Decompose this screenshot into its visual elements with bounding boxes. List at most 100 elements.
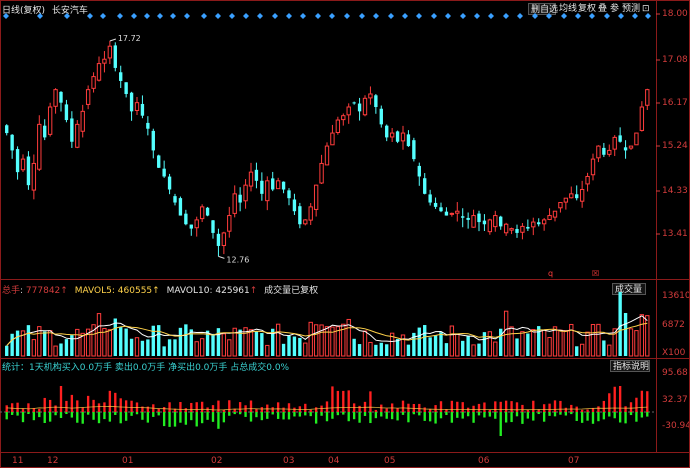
event-diamond-icon xyxy=(286,13,292,19)
volume-bar xyxy=(477,343,481,356)
stock-chart[interactable]: 17.72 12.76 q ☒ xyxy=(0,0,690,468)
q-marker: q xyxy=(548,269,553,278)
event-diamond-icon xyxy=(402,13,408,19)
candle xyxy=(265,176,270,211)
candle xyxy=(552,210,558,222)
candle-body xyxy=(319,162,324,184)
candle-body xyxy=(298,206,302,225)
volume-bar xyxy=(275,323,281,357)
volume-bar xyxy=(199,338,205,357)
candle-body xyxy=(335,119,341,134)
candle-body xyxy=(590,158,596,176)
k-marker-icon: ☒ xyxy=(592,269,599,278)
candle xyxy=(379,105,383,128)
volume-bar xyxy=(151,325,155,356)
candle-body xyxy=(389,132,395,138)
candle-body xyxy=(271,178,275,190)
candle xyxy=(260,172,264,201)
candle xyxy=(612,135,617,157)
candle xyxy=(303,219,308,226)
candle xyxy=(471,209,476,228)
volume-bar xyxy=(400,334,406,357)
event-diamond-icon xyxy=(575,13,581,19)
candle xyxy=(205,206,210,217)
candle xyxy=(324,142,330,166)
event-diamond-icon xyxy=(416,13,422,19)
candle xyxy=(85,85,91,110)
volume-bar xyxy=(395,339,400,356)
candle-body xyxy=(346,106,351,116)
candle-body xyxy=(178,198,183,216)
candle xyxy=(238,187,242,212)
candle-body xyxy=(70,118,74,142)
candle xyxy=(184,209,188,226)
candle xyxy=(146,116,150,136)
volume-bar xyxy=(602,340,606,356)
candle xyxy=(15,146,20,180)
volume-bar xyxy=(374,344,378,356)
candle-body xyxy=(194,219,199,229)
event-diamond-icon xyxy=(3,13,9,19)
candle-body xyxy=(461,216,465,218)
candle xyxy=(199,204,205,223)
candle-body xyxy=(444,211,449,216)
candle-body xyxy=(477,213,481,223)
candle xyxy=(20,154,26,172)
volume-bar xyxy=(569,323,574,357)
candle xyxy=(645,88,650,110)
candle-body xyxy=(379,108,383,125)
volume-bar xyxy=(541,329,547,357)
volume-bar xyxy=(26,325,31,356)
candle-body xyxy=(173,196,177,203)
candle-body xyxy=(162,168,166,177)
candle-body xyxy=(199,206,205,220)
candle-body xyxy=(341,115,346,121)
candle-body xyxy=(503,223,509,234)
volume-bar xyxy=(129,338,134,356)
volume-bar xyxy=(167,339,172,356)
candle-body xyxy=(487,219,493,233)
candle-body xyxy=(541,219,547,225)
candle xyxy=(547,208,552,221)
candle-body xyxy=(526,226,530,229)
volume-bar xyxy=(368,341,373,357)
candle-body xyxy=(406,134,411,147)
volume-bar xyxy=(96,313,102,357)
candle xyxy=(461,208,465,228)
candle-body xyxy=(124,82,128,94)
volume-bar xyxy=(596,323,601,357)
volume-bar xyxy=(140,340,145,356)
candle xyxy=(374,94,378,114)
volume-bar xyxy=(444,343,449,356)
event-diamond-icon xyxy=(64,13,70,19)
candle xyxy=(526,219,530,232)
candle-body xyxy=(113,45,117,68)
candle-body xyxy=(612,136,617,150)
volume-bar xyxy=(59,343,63,356)
volume-bar xyxy=(482,332,487,356)
candle xyxy=(129,91,134,121)
candle xyxy=(466,212,470,229)
candle-body xyxy=(417,165,421,177)
candle-body xyxy=(151,130,155,151)
event-diamond-icon xyxy=(257,13,263,19)
volume-bar xyxy=(362,330,368,357)
candle-body xyxy=(515,229,519,233)
volume-bar xyxy=(227,339,232,357)
candle-body xyxy=(618,135,622,142)
candle-body xyxy=(531,221,536,228)
candle-body xyxy=(596,145,601,159)
candle xyxy=(602,142,606,158)
candle xyxy=(449,212,455,217)
candle-body xyxy=(552,210,558,218)
volume-bar xyxy=(162,346,166,356)
event-diamond-icon xyxy=(445,13,451,19)
candle-body xyxy=(428,194,432,203)
volume-bar xyxy=(466,335,470,356)
candle xyxy=(541,217,547,231)
candle xyxy=(281,181,286,194)
candle-body xyxy=(102,58,107,64)
candle xyxy=(167,173,172,195)
candle-body xyxy=(385,125,389,138)
candle-body xyxy=(260,180,264,194)
